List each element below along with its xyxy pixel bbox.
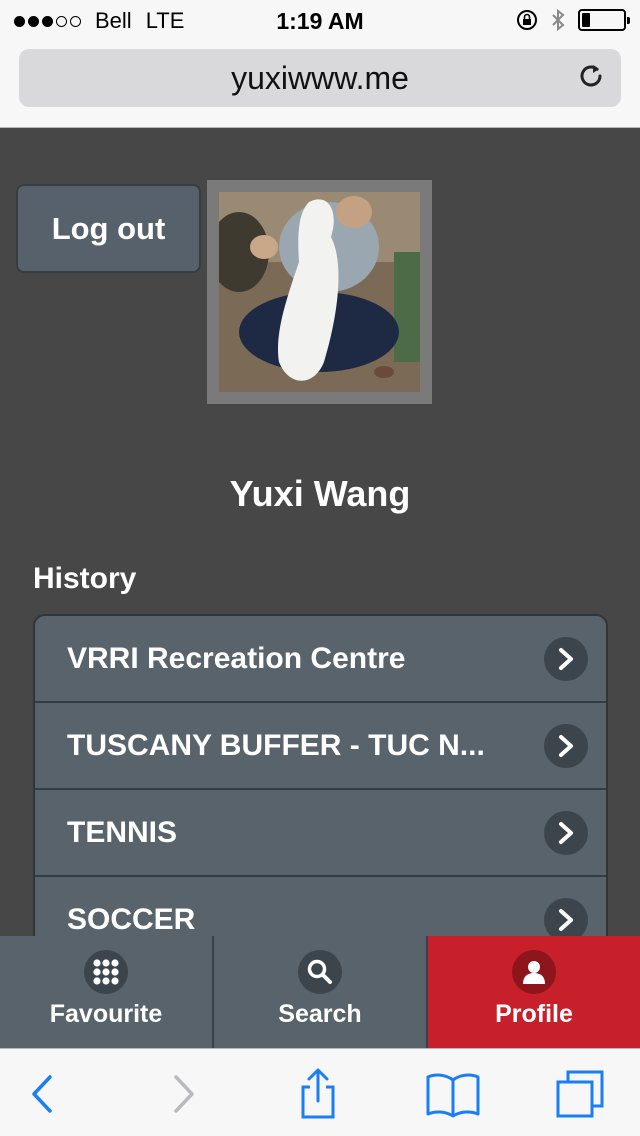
bookmarks-icon[interactable]	[422, 1067, 484, 1121]
status-right	[516, 8, 630, 32]
history-item-label: VRRI Recreation Centre	[67, 641, 406, 675]
tabs-icon[interactable]	[553, 1067, 607, 1121]
grid-icon	[84, 950, 128, 994]
history-list: VRRI Recreation Centre TUSCANY BUFFER - …	[33, 614, 608, 936]
chevron-right-icon	[544, 637, 588, 681]
url-field[interactable]: yuxiwww.me	[19, 49, 621, 107]
chevron-right-icon	[544, 898, 588, 936]
logout-label: Log out	[51, 210, 166, 246]
forward-icon[interactable]	[156, 1067, 210, 1121]
status-bar: Bell LTE 1:19 AM	[0, 0, 640, 40]
browser-toolbar	[0, 1048, 640, 1136]
history-item-tennis[interactable]: TENNIS	[35, 790, 606, 877]
history-heading: History	[33, 562, 137, 595]
search-icon	[298, 950, 342, 994]
history-item-label: SOCCER	[67, 902, 196, 936]
tab-label: Favourite	[49, 1000, 163, 1028]
rotation-lock-icon	[517, 10, 537, 30]
logout-button[interactable]: Log out	[16, 184, 201, 273]
app-tab-bar: Favourite Search Profile	[0, 936, 640, 1048]
history-item-vrri[interactable]: VRRI Recreation Centre	[35, 616, 606, 703]
tab-search[interactable]: Search	[214, 936, 428, 1048]
tab-favourite[interactable]: Favourite	[0, 936, 214, 1048]
url-text: yuxiwww.me	[231, 59, 409, 96]
history-item-tuscany[interactable]: TUSCANY BUFFER - TUC N...	[35, 703, 606, 790]
bluetooth-icon	[552, 8, 565, 32]
page-content: Log out Yuxi Wang History VRRI Recreatio…	[0, 128, 640, 936]
battery-icon	[578, 9, 630, 31]
history-item-soccer[interactable]: SOCCER	[35, 877, 606, 936]
back-icon[interactable]	[16, 1067, 70, 1121]
profile-photo	[219, 192, 420, 392]
user-icon	[512, 950, 556, 994]
user-name: Yuxi Wang	[229, 473, 411, 514]
tab-label: Search	[278, 1000, 362, 1028]
share-icon[interactable]	[291, 1067, 345, 1121]
browser-top-bar: yuxiwww.me	[0, 40, 640, 128]
history-item-label: TENNIS	[67, 815, 178, 849]
history-item-label: TUSCANY BUFFER - TUC N...	[67, 728, 485, 762]
tab-profile[interactable]: Profile	[428, 936, 640, 1048]
avatar	[207, 180, 432, 404]
tab-label: Profile	[495, 1000, 573, 1028]
reload-icon[interactable]	[576, 61, 606, 91]
chevron-right-icon	[544, 811, 588, 855]
chevron-right-icon	[544, 724, 588, 768]
